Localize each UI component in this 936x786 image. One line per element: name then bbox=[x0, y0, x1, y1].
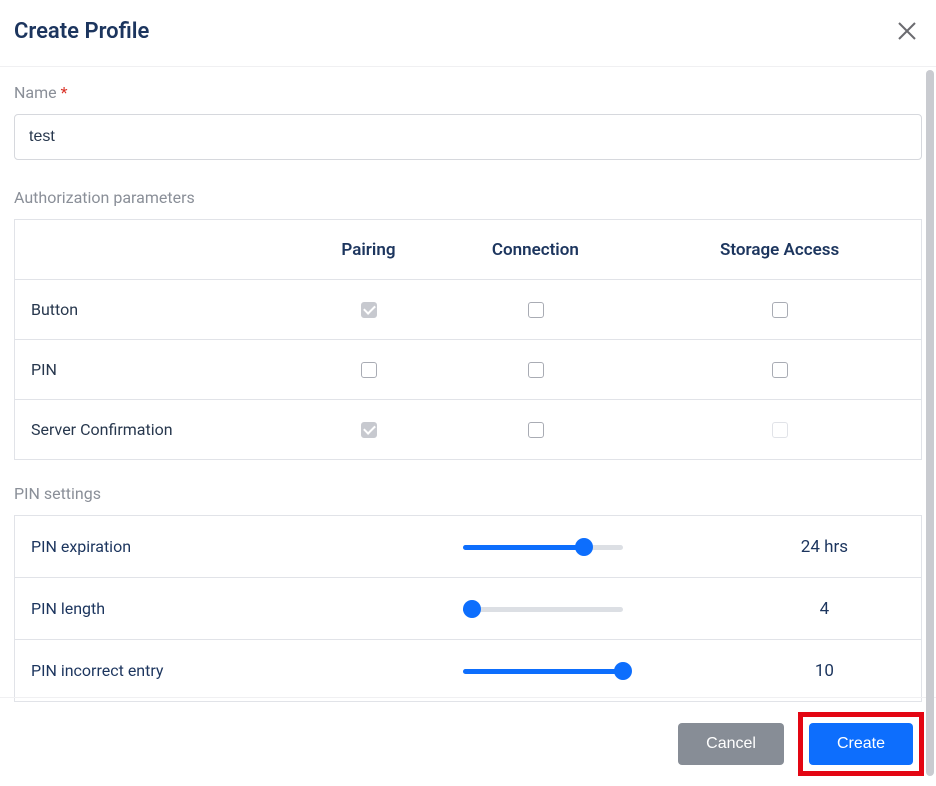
close-button[interactable] bbox=[892, 16, 922, 46]
auth-col-storage: Storage Access bbox=[638, 220, 921, 280]
auth-parameters-section: Authorization parameters Pairing Connect… bbox=[14, 188, 922, 460]
auth-col-pairing: Pairing bbox=[305, 220, 433, 280]
dialog-body: Name* Authorization parameters Pairing C… bbox=[0, 67, 936, 707]
auth-cell bbox=[638, 340, 921, 400]
auth-checkbox-pairing[interactable] bbox=[361, 362, 377, 378]
scrollbar[interactable] bbox=[926, 70, 934, 776]
auth-cell bbox=[305, 400, 433, 460]
auth-checkbox-connection[interactable] bbox=[528, 302, 544, 318]
create-profile-dialog: Create Profile Name* Authorization param… bbox=[0, 0, 936, 786]
auth-checkbox-connection[interactable] bbox=[528, 422, 544, 438]
auth-checkbox-storage bbox=[772, 422, 788, 438]
auth-row-label: PIN bbox=[15, 340, 305, 400]
slider-thumb[interactable] bbox=[463, 600, 481, 618]
auth-checkbox-connection[interactable] bbox=[528, 362, 544, 378]
pin-settings-section: PIN settings PIN expiration 24 hrs PIN len… bbox=[14, 484, 922, 702]
create-button-highlight: Create bbox=[798, 712, 924, 776]
pin-row-label: PIN length bbox=[15, 578, 463, 640]
pin-slider[interactable] bbox=[463, 538, 623, 556]
auth-checkbox-pairing bbox=[361, 302, 377, 318]
pin-slider-cell bbox=[463, 640, 728, 702]
pin-slider[interactable] bbox=[463, 600, 623, 618]
dialog-footer: Cancel Create bbox=[0, 697, 936, 786]
auth-cell bbox=[432, 340, 638, 400]
auth-cell bbox=[638, 280, 921, 340]
dialog-header: Create Profile bbox=[0, 0, 936, 67]
auth-parameters-table: Pairing Connection Storage Access Button… bbox=[14, 219, 922, 460]
auth-parameters-label: Authorization parameters bbox=[14, 188, 922, 207]
auth-checkbox-pairing bbox=[361, 422, 377, 438]
pin-settings-table: PIN expiration 24 hrs PIN length 4 PIN incor… bbox=[14, 515, 922, 702]
name-label: Name* bbox=[14, 83, 922, 102]
auth-cell bbox=[638, 400, 921, 460]
pin-slider-cell bbox=[463, 578, 728, 640]
pin-slider-cell bbox=[463, 516, 728, 578]
auth-cell bbox=[432, 400, 638, 460]
name-input[interactable] bbox=[14, 114, 922, 160]
close-icon bbox=[896, 20, 918, 42]
auth-row-label: Button bbox=[15, 280, 305, 340]
pin-value: 10 bbox=[728, 640, 922, 702]
pin-value: 4 bbox=[728, 578, 922, 640]
auth-checkbox-storage[interactable] bbox=[772, 302, 788, 318]
pin-slider[interactable] bbox=[463, 662, 623, 680]
pin-row-label: PIN incorrect entry bbox=[15, 640, 463, 702]
dialog-title: Create Profile bbox=[14, 19, 149, 44]
slider-thumb[interactable] bbox=[614, 662, 632, 680]
auth-cell bbox=[305, 340, 433, 400]
auth-col-connection: Connection bbox=[432, 220, 638, 280]
auth-cell bbox=[432, 280, 638, 340]
slider-thumb[interactable] bbox=[575, 538, 593, 556]
create-button[interactable]: Create bbox=[809, 723, 913, 765]
auth-row-label: Server Confirmation bbox=[15, 400, 305, 460]
auth-col-blank bbox=[15, 220, 305, 280]
auth-cell bbox=[305, 280, 433, 340]
pin-settings-label: PIN settings bbox=[14, 484, 922, 503]
auth-checkbox-storage[interactable] bbox=[772, 362, 788, 378]
cancel-button[interactable]: Cancel bbox=[678, 723, 784, 765]
required-asterisk: * bbox=[61, 83, 68, 102]
pin-value: 24 hrs bbox=[728, 516, 922, 578]
pin-row-label: PIN expiration bbox=[15, 516, 463, 578]
